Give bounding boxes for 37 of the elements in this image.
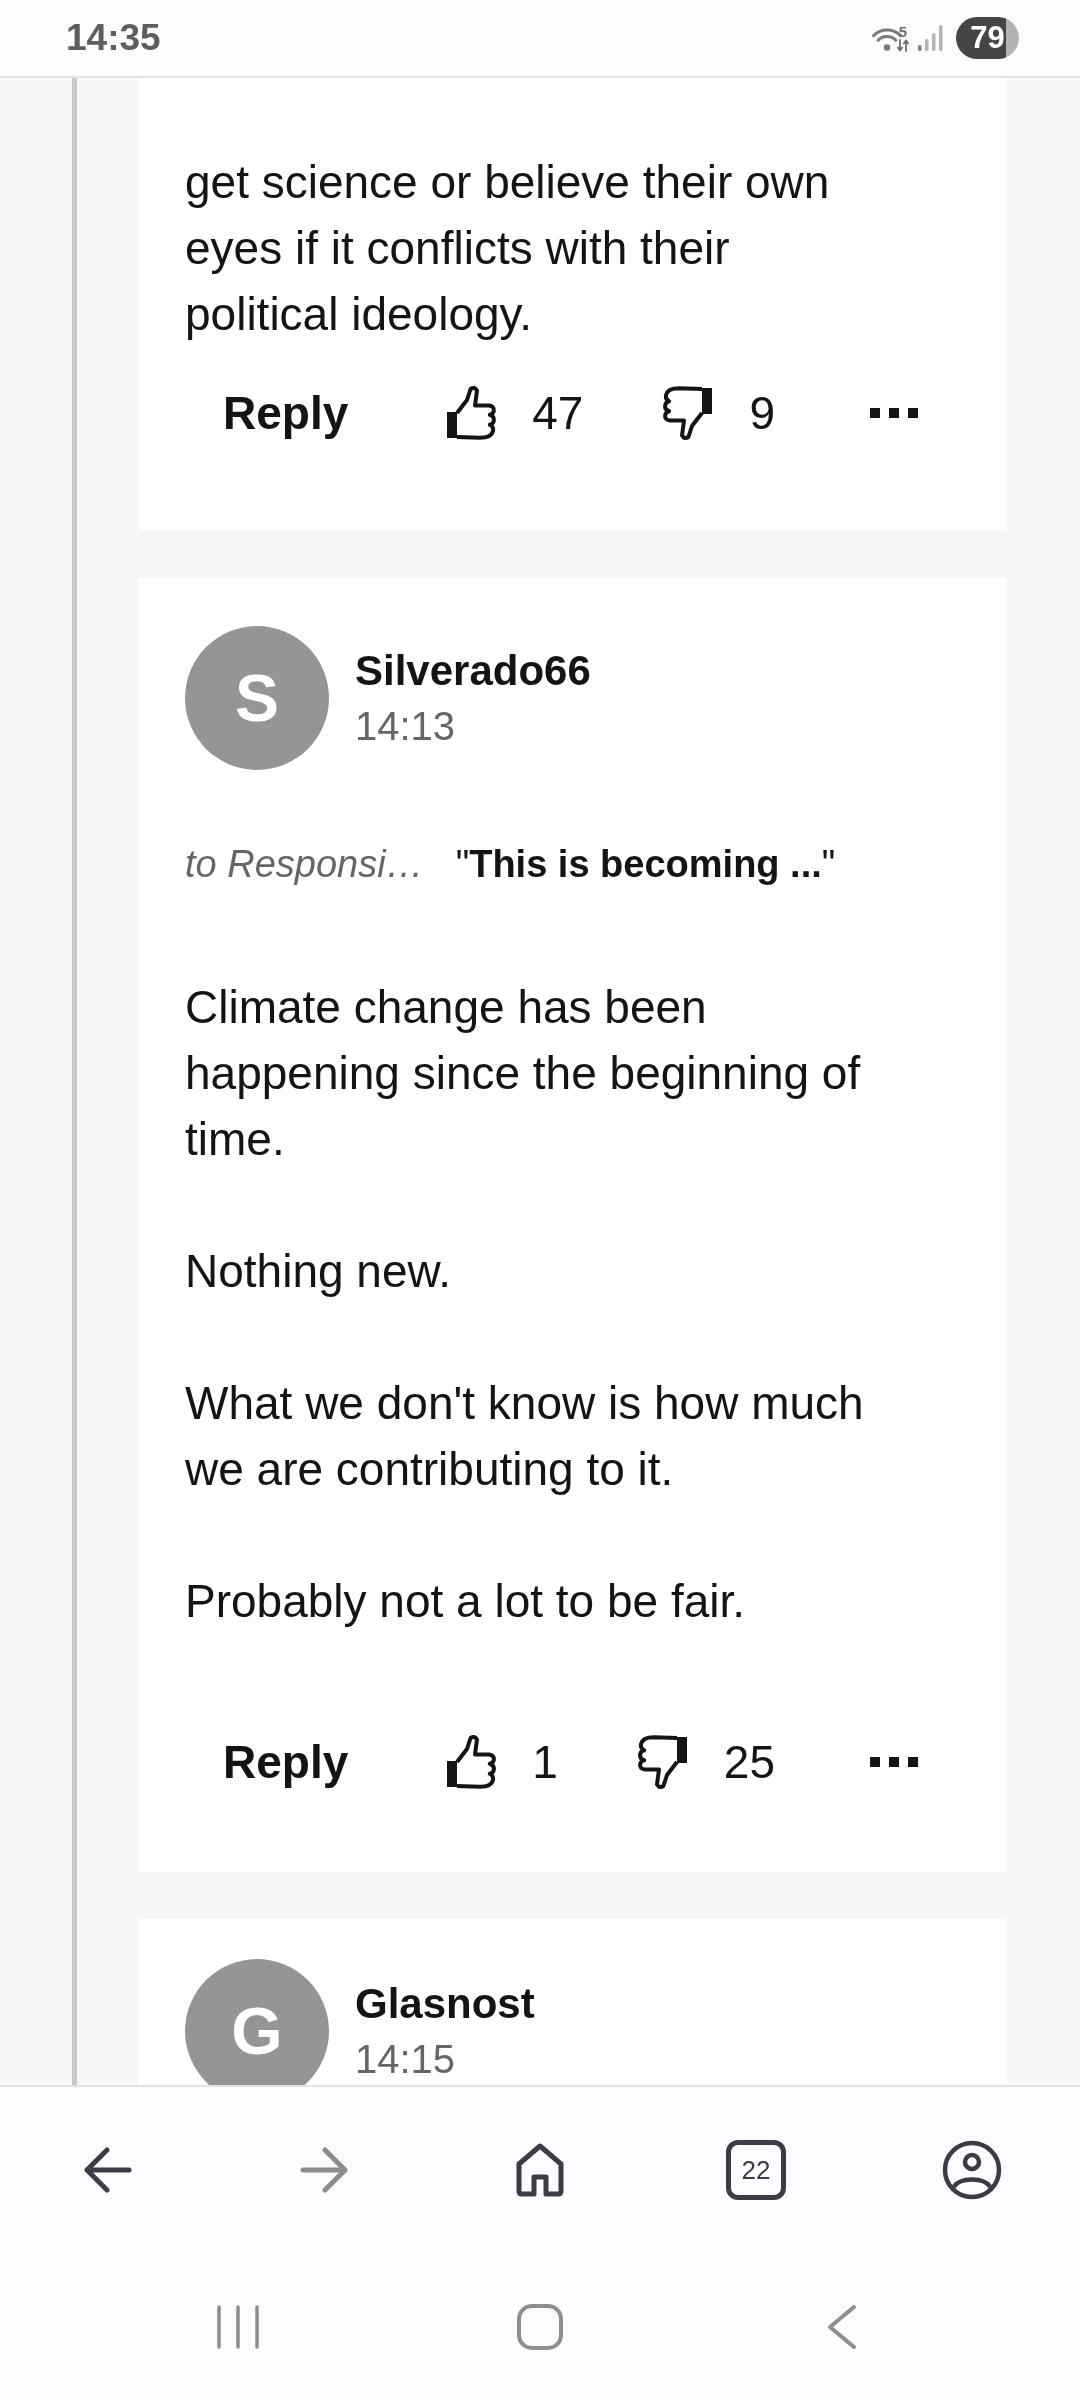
account-icon[interactable]	[942, 2140, 1002, 2200]
like-button[interactable]: 47	[445, 376, 584, 450]
thumbs-up-icon	[445, 1733, 498, 1791]
timestamp: 14:15	[355, 2035, 456, 2083]
comment-text: Climate change has been happening since the beginning of time.	[185, 980, 862, 1167]
comment-text: What we don't know is how much we are contributing to it.	[185, 1376, 865, 1497]
reply-button[interactable]: Reply	[185, 378, 387, 448]
tabs-button[interactable]: 22	[726, 2140, 786, 2200]
signal-icon	[917, 24, 945, 52]
home-square-icon[interactable]	[516, 2302, 564, 2351]
username: Silverado66	[355, 645, 591, 696]
comment-text: Probably not a lot to be fair.	[185, 1574, 747, 1629]
more-icon	[870, 408, 918, 418]
thumbs-down-icon	[636, 1733, 689, 1791]
back-arrow-icon[interactable]	[84, 2147, 132, 2193]
dislike-button[interactable]: 25	[636, 1725, 776, 1799]
data-arrows-icon	[897, 38, 909, 52]
reply-button[interactable]: Reply	[185, 1727, 387, 1797]
thumbs-down-icon	[662, 384, 715, 442]
like-button[interactable]: 1	[445, 1725, 558, 1799]
network-type: 5	[898, 24, 908, 39]
home-icon[interactable]	[516, 2143, 564, 2197]
username: Glasnost	[355, 1978, 535, 2029]
thumbs-up-icon	[445, 384, 498, 442]
avatar: S	[185, 626, 329, 770]
reply-to-link[interactable]: to Responsi…	[185, 837, 424, 892]
avatar: G	[185, 1959, 329, 2085]
clock: 14:35	[66, 17, 161, 59]
comment-text: get science or believe their own eyes if it conflicts with their political ideology.	[185, 155, 831, 342]
timestamp: 14:13	[355, 702, 456, 750]
more-icon	[870, 1757, 918, 1767]
back-chevron-icon[interactable]	[827, 2303, 857, 2350]
quoted-text: "This is becoming ..."	[455, 842, 836, 887]
battery-indicator: 79	[956, 17, 1019, 59]
comment-text: Nothing new.	[185, 1244, 452, 1299]
dislike-button[interactable]: 9	[662, 376, 776, 450]
recent-apps-icon[interactable]	[216, 2303, 260, 2350]
